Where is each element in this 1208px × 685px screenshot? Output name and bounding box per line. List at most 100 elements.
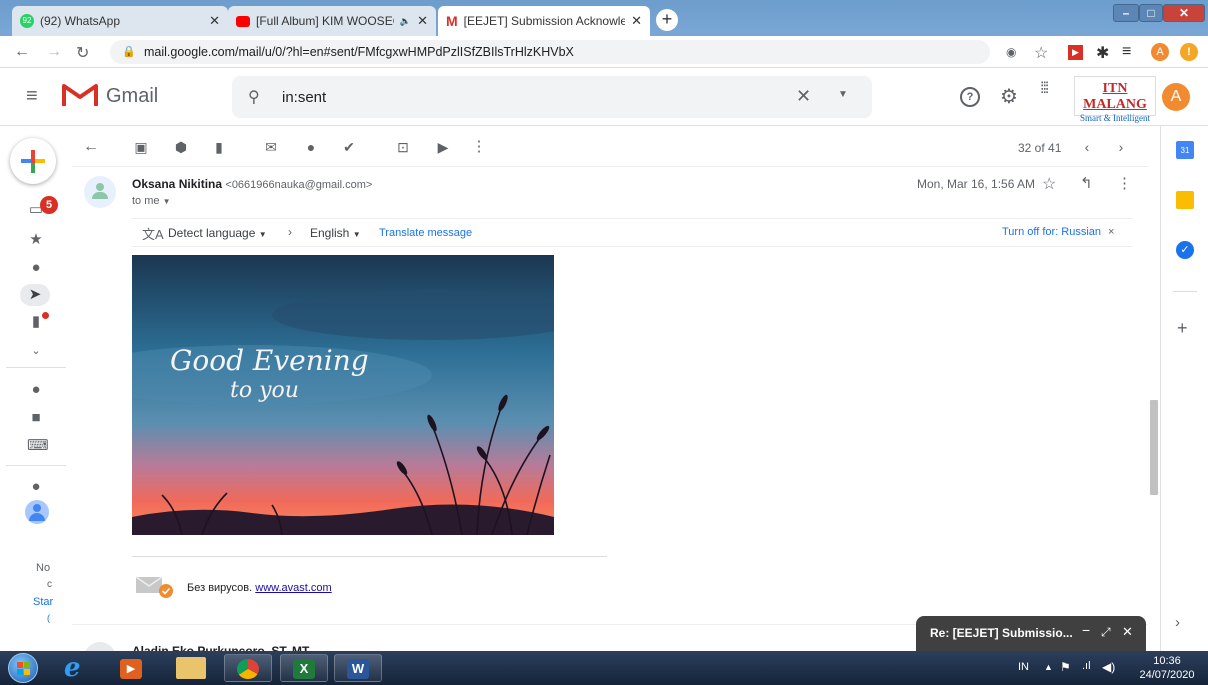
move-to-icon[interactable]: ⊡ (394, 138, 412, 156)
media-player-icon[interactable]: ▶ (120, 659, 142, 679)
close-icon[interactable]: ✕ (417, 13, 428, 29)
back-icon[interactable]: ← (14, 43, 30, 61)
org-logo[interactable]: ITN MALANG Smart & Intelligent (1074, 76, 1156, 123)
hangouts-avatar[interactable] (25, 500, 49, 524)
scrollbar-thumb[interactable] (1150, 400, 1158, 495)
chat-bubble-icon[interactable]: ● (27, 381, 45, 399)
address-bar-row: ← → ↻ 🔒 mail.google.com/mail/u/0/?hl=en#… (0, 36, 1208, 68)
action-center-flag-icon[interactable]: ⚑ (1060, 660, 1071, 674)
audio-playing-icon[interactable]: 🔈 (400, 16, 411, 27)
keyboard-icon[interactable]: ⌨ (27, 437, 49, 455)
minimize-button[interactable]: – (1113, 4, 1139, 22)
extension-eye-icon[interactable]: ◉ (1006, 45, 1016, 59)
star-icon[interactable]: ☆ (1042, 174, 1056, 194)
sidebar-partial-link[interactable]: Star (33, 596, 53, 608)
clock-date: 24/07/2020 (1139, 669, 1195, 681)
translate-message-link[interactable]: Translate message (379, 227, 472, 239)
help-icon[interactable]: ? (960, 87, 980, 107)
gmail-logo-icon[interactable] (62, 82, 98, 108)
compose-button[interactable] (10, 138, 56, 184)
draft-window-title[interactable]: Re: [EEJET] Submissio... (930, 626, 1073, 640)
snooze-icon[interactable]: ● (302, 138, 320, 156)
url-field[interactable]: 🔒 mail.google.com/mail/u/0/?hl=en#sent/F… (110, 40, 990, 64)
add-task-icon[interactable]: ✔ (340, 138, 358, 156)
lock-icon: 🔒 (122, 46, 136, 58)
image-caption-line1: Good Evening (170, 344, 369, 377)
tray-expand-icon[interactable]: ▲ (1044, 662, 1053, 672)
keep-icon[interactable] (1176, 191, 1194, 209)
get-addons-plus-icon[interactable]: + (1177, 318, 1188, 339)
main-menu-icon[interactable]: ≡ (26, 86, 38, 106)
avast-link[interactable]: www.avast.com (255, 582, 331, 594)
minimize-draft-icon[interactable]: − (1082, 622, 1090, 638)
close-icon[interactable]: ✕ (209, 13, 220, 29)
new-tab-button[interactable]: + (656, 9, 678, 31)
forward-icon[interactable]: → (46, 43, 62, 61)
search-icon[interactable]: ⚲ (248, 87, 260, 107)
mark-unread-icon[interactable]: ✉ (262, 138, 280, 156)
delete-trash-icon[interactable]: ▮ (210, 138, 228, 156)
internet-explorer-icon[interactable]: e (64, 654, 81, 682)
recipient-details-toggle[interactable]: to me ▼ (132, 195, 171, 207)
message-more-vert-icon[interactable]: ⋮ (1117, 174, 1132, 192)
window-close-button[interactable]: ✕ (1163, 4, 1205, 22)
back-to-list-icon[interactable]: ← (82, 138, 100, 156)
meet-video-icon[interactable]: ■ (27, 409, 45, 427)
file-explorer-icon[interactable] (176, 657, 206, 679)
volume-icon[interactable]: ◀) (1102, 660, 1115, 674)
update-alert-icon[interactable]: ! (1180, 43, 1198, 61)
sender-name[interactable]: Oksana Nikitina (132, 177, 222, 191)
sender-avatar[interactable] (84, 176, 116, 208)
start-button[interactable] (8, 653, 38, 683)
source-language-select[interactable]: Detect language ▼ (168, 226, 267, 240)
turn-off-translate-link[interactable]: Turn off for: Russian (1002, 226, 1101, 238)
reply-icon[interactable]: ↰ (1080, 174, 1093, 192)
hangouts-icon[interactable]: ● (27, 478, 45, 496)
clear-search-icon[interactable]: ✕ (796, 86, 811, 107)
avast-mail-icon[interactable] (135, 575, 173, 598)
calendar-icon[interactable]: 31 (1176, 141, 1194, 159)
tab-youtube[interactable]: [Full Album] KIM WOOSEOK 🔈 ✕ (228, 6, 436, 36)
more-chevron-down-icon[interactable]: ⌄ (27, 342, 45, 360)
close-draft-icon[interactable]: ✕ (1122, 624, 1133, 640)
maximize-button[interactable]: □ (1139, 4, 1163, 22)
reply-draft-window[interactable]: Re: [EEJET] Submissio... − ⤢ ✕ (916, 616, 1146, 651)
dismiss-translate-icon[interactable]: × (1108, 226, 1114, 238)
report-spam-icon[interactable]: ⬢ (172, 138, 190, 156)
profile-avatar[interactable]: A (1151, 43, 1169, 61)
reload-icon[interactable]: ↻ (76, 43, 89, 63)
tab-gmail[interactable]: M [EEJET] Submission Acknowledge ✕ (438, 6, 650, 36)
snoozed-clock-icon[interactable]: ● (27, 259, 45, 277)
starred-icon[interactable]: ★ (27, 231, 45, 249)
search-options-icon[interactable]: ▼ (838, 89, 848, 100)
expand-panel-chevron-right-icon[interactable]: › (1175, 614, 1180, 631)
older-chevron-right-icon[interactable]: › (1112, 138, 1130, 156)
archive-icon[interactable]: ▣ (132, 138, 150, 156)
extension-play-icon[interactable]: ▶ (1068, 45, 1083, 60)
label-icon[interactable]: ▶ (434, 138, 452, 156)
excel-taskbar-button[interactable]: X (280, 654, 328, 682)
target-language-select[interactable]: English ▼ (310, 226, 361, 240)
extensions-puzzle-icon[interactable]: ✱ (1096, 43, 1109, 63)
taskbar-clock[interactable]: 10:36 24/07/2020 (1130, 654, 1204, 682)
input-language[interactable]: IN (1018, 661, 1029, 673)
newer-chevron-left-icon[interactable]: ‹ (1078, 138, 1096, 156)
more-vert-icon[interactable]: ⋮ (470, 138, 488, 156)
word-taskbar-button[interactable]: W (334, 654, 382, 682)
tasks-icon[interactable]: ✓ (1176, 241, 1194, 259)
network-signal-icon[interactable]: .ıl (1082, 660, 1091, 672)
chrome-taskbar-button[interactable] (224, 654, 272, 682)
whatsapp-icon: 92 (20, 14, 34, 28)
account-avatar[interactable]: A (1162, 83, 1190, 111)
media-queue-icon[interactable]: ≡ (1122, 43, 1131, 61)
full-screen-draft-icon[interactable]: ⤢ (1101, 625, 1111, 640)
apps-grid-icon[interactable]: ⁞⁞⁞ (1040, 81, 1049, 97)
good-evening-image[interactable]: Good Evening to you (132, 255, 554, 535)
close-icon[interactable]: ✕ (631, 13, 642, 29)
sent-icon[interactable]: ➤ (20, 284, 50, 306)
tab-whatsapp[interactable]: 92 (92) WhatsApp ✕ (12, 6, 228, 36)
search-input[interactable] (282, 76, 782, 118)
settings-gear-icon[interactable]: ⚙ (1000, 84, 1018, 109)
bookmark-star-icon[interactable]: ☆ (1034, 43, 1048, 63)
gmail-wordmark[interactable]: Gmail (106, 85, 158, 108)
